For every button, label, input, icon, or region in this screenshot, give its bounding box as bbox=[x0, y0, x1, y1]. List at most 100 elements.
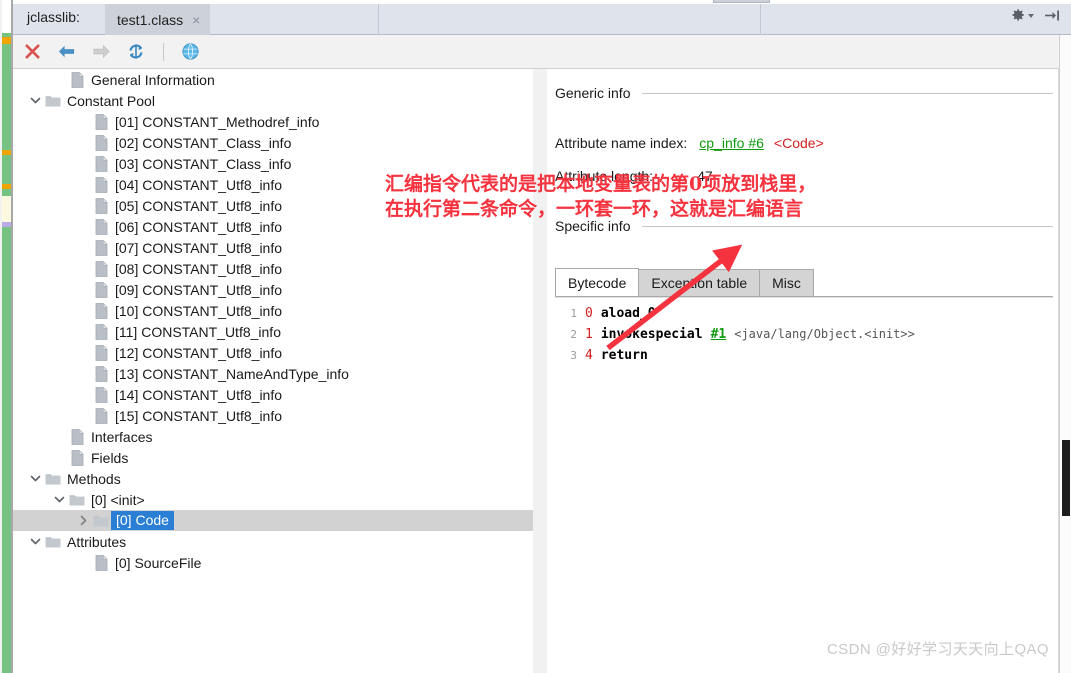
constant-pool-ref-link[interactable]: #1 bbox=[711, 327, 727, 342]
tree-node-12-constant-utf8-info[interactable]: [12] CONSTANT_Utf8_info bbox=[13, 342, 533, 363]
tree-node-04-constant-utf8-info[interactable]: [04] CONSTANT_Utf8_info bbox=[13, 174, 533, 195]
chevron-down-icon[interactable] bbox=[51, 494, 67, 505]
tree-node-10-constant-utf8-info[interactable]: [10] CONSTANT_Utf8_info bbox=[13, 300, 533, 321]
header-divider-2 bbox=[760, 4, 761, 35]
file-icon bbox=[91, 113, 111, 130]
bytecode-tab-strip: Bytecode Exception table Misc bbox=[555, 268, 1053, 297]
file-icon bbox=[91, 134, 111, 151]
tree-node-general-information[interactable]: General Information bbox=[13, 69, 533, 90]
bytecode-mnemonic: aload_0 bbox=[600, 306, 656, 321]
tree-node-methods[interactable]: Methods bbox=[13, 468, 533, 489]
panel-splitter[interactable] bbox=[533, 69, 1071, 673]
globe-icon[interactable] bbox=[181, 42, 200, 61]
class-structure-tree[interactable]: General Information Constant Pool [01] CON… bbox=[13, 69, 533, 673]
tree-node-attributes[interactable]: Attributes bbox=[13, 531, 533, 552]
tab-label: test1.class bbox=[117, 11, 184, 28]
close-icon[interactable]: × bbox=[192, 13, 200, 27]
tree-node-07-constant-utf8-info[interactable]: [07] CONSTANT_Utf8_info bbox=[13, 237, 533, 258]
vertical-scrollbar-track[interactable] bbox=[1059, 35, 1071, 673]
file-icon bbox=[91, 554, 111, 571]
file-icon bbox=[91, 239, 111, 256]
folder-icon bbox=[91, 514, 111, 527]
bytecode-line: 2 1 invokespecial #1 <java/lang/Object.<init… bbox=[555, 327, 1053, 348]
section-rule bbox=[642, 92, 1053, 94]
bytecode-comment: <java/lang/Object.<init>> bbox=[734, 327, 915, 341]
chevron-down-icon[interactable] bbox=[1028, 13, 1034, 18]
vertical-scrollbar-thumb[interactable] bbox=[1062, 440, 1070, 516]
tree-node-01-constant-methodref-info[interactable]: [01] CONSTANT_Methodref_info bbox=[13, 111, 533, 132]
tab-exception-table[interactable]: Exception table bbox=[638, 269, 761, 296]
forward-arrow-icon[interactable] bbox=[91, 42, 112, 61]
tree-node-14-constant-utf8-info[interactable]: [14] CONSTANT_Utf8_info bbox=[13, 384, 533, 405]
tree-node-label: [10] CONSTANT_Utf8_info bbox=[115, 302, 283, 319]
cp-info-link[interactable]: cp_info #6 bbox=[699, 135, 764, 151]
chevron-right-icon[interactable] bbox=[75, 515, 91, 526]
tree-node-label: [13] CONSTANT_NameAndType_info bbox=[115, 365, 349, 382]
file-icon bbox=[91, 407, 111, 424]
tree-node-03-constant-class-info[interactable]: [03] CONSTANT_Class_info bbox=[13, 153, 533, 174]
tree-node-label: [14] CONSTANT_Utf8_info bbox=[115, 386, 283, 403]
jclasslib-window: jclasslib: test1.class × General Informa… bbox=[0, 0, 1071, 673]
tree-node-0-init[interactable]: [0] <init> bbox=[13, 489, 533, 510]
attribute-name-index-row: Attribute name index: cp_info #6 <Code> bbox=[555, 135, 824, 151]
gutter-marker bbox=[2, 184, 11, 189]
tree-node-13-constant-nameandtype-info[interactable]: [13] CONSTANT_NameAndType_info bbox=[13, 363, 533, 384]
tree-node-08-constant-utf8-info[interactable]: [08] CONSTANT_Utf8_info bbox=[13, 258, 533, 279]
bytecode-mnemonic: return bbox=[600, 348, 648, 363]
tree-node-0-code[interactable]: [0] Code bbox=[13, 510, 533, 531]
chevron-down-icon[interactable] bbox=[27, 95, 43, 106]
file-icon bbox=[91, 155, 111, 172]
file-icon bbox=[91, 260, 111, 277]
attribute-detail-panel: Generic info Attribute name index: cp_in… bbox=[547, 69, 1061, 673]
tree-node-label: [12] CONSTANT_Utf8_info bbox=[115, 344, 283, 361]
gutter-top-blank bbox=[2, 0, 11, 33]
tree-node-fields[interactable]: Fields bbox=[13, 447, 533, 468]
tree-node-interfaces[interactable]: Interfaces bbox=[13, 426, 533, 447]
file-icon bbox=[91, 323, 111, 340]
back-arrow-icon[interactable] bbox=[56, 42, 77, 61]
editor-marker-gutter[interactable] bbox=[0, 0, 13, 673]
tab-test1-class[interactable]: test1.class × bbox=[105, 4, 211, 35]
tab-misc[interactable]: Misc bbox=[759, 269, 814, 296]
toolbar-separator bbox=[163, 42, 164, 61]
tab-bytecode[interactable]: Bytecode bbox=[555, 268, 640, 296]
tree-node-label: [02] CONSTANT_Class_info bbox=[115, 134, 292, 151]
line-number: 3 bbox=[570, 349, 577, 362]
attribute-length-label: Attribute length: bbox=[555, 168, 654, 184]
tree-node-09-constant-utf8-info[interactable]: [09] CONSTANT_Utf8_info bbox=[13, 279, 533, 300]
reload-icon[interactable] bbox=[126, 42, 146, 61]
tree-node-15-constant-utf8-info[interactable]: [15] CONSTANT_Utf8_info bbox=[13, 405, 533, 426]
bytecode-listing[interactable]: 1 0 aload_0 2 1 invokespecial #1 <java/lang/Obj… bbox=[555, 297, 1053, 417]
header-actions bbox=[1011, 8, 1061, 23]
tree-node-label: [0] Code bbox=[111, 511, 174, 530]
tree-node-label: [08] CONSTANT_Utf8_info bbox=[115, 260, 283, 277]
tree-node-label: [03] CONSTANT_Class_info bbox=[115, 155, 292, 172]
file-icon bbox=[67, 71, 87, 88]
tree-node-label: [0] SourceFile bbox=[115, 554, 202, 571]
folder-icon bbox=[43, 94, 63, 107]
bytecode-offset: 4 bbox=[585, 348, 593, 363]
attribute-length-value: 47 bbox=[697, 168, 713, 184]
gear-icon[interactable] bbox=[1011, 8, 1034, 23]
chevron-down-icon[interactable] bbox=[27, 536, 43, 547]
tree-node-label: [04] CONSTANT_Utf8_info bbox=[115, 176, 283, 193]
collapse-right-icon[interactable] bbox=[1044, 8, 1061, 23]
file-icon bbox=[91, 365, 111, 382]
bytecode-line: 1 0 aload_0 bbox=[555, 306, 1053, 327]
tree-node-02-constant-class-info[interactable]: [02] CONSTANT_Class_info bbox=[13, 132, 533, 153]
specific-info-section-header: Specific info bbox=[555, 218, 1053, 234]
tree-node-label: Interfaces bbox=[91, 428, 153, 445]
file-icon bbox=[91, 176, 111, 193]
close-x-icon[interactable] bbox=[23, 42, 42, 61]
tree-node-label: Fields bbox=[91, 449, 129, 466]
folder-icon bbox=[43, 535, 63, 548]
tree-node-label: General Information bbox=[91, 71, 215, 88]
tree-node-05-constant-utf8-info[interactable]: [05] CONSTANT_Utf8_info bbox=[13, 195, 533, 216]
chevron-down-icon[interactable] bbox=[27, 473, 43, 484]
generic-info-section-header: Generic info bbox=[555, 85, 1053, 101]
tree-node-0-sourcefile[interactable]: [0] SourceFile bbox=[13, 552, 533, 573]
tree-node-11-constant-utf8-info[interactable]: [11] CONSTANT_Utf8_info bbox=[13, 321, 533, 342]
tree-node-constant-pool[interactable]: Constant Pool bbox=[13, 90, 533, 111]
tree-node-06-constant-utf8-info[interactable]: [06] CONSTANT_Utf8_info bbox=[13, 216, 533, 237]
tree-node-label: [05] CONSTANT_Utf8_info bbox=[115, 197, 283, 214]
